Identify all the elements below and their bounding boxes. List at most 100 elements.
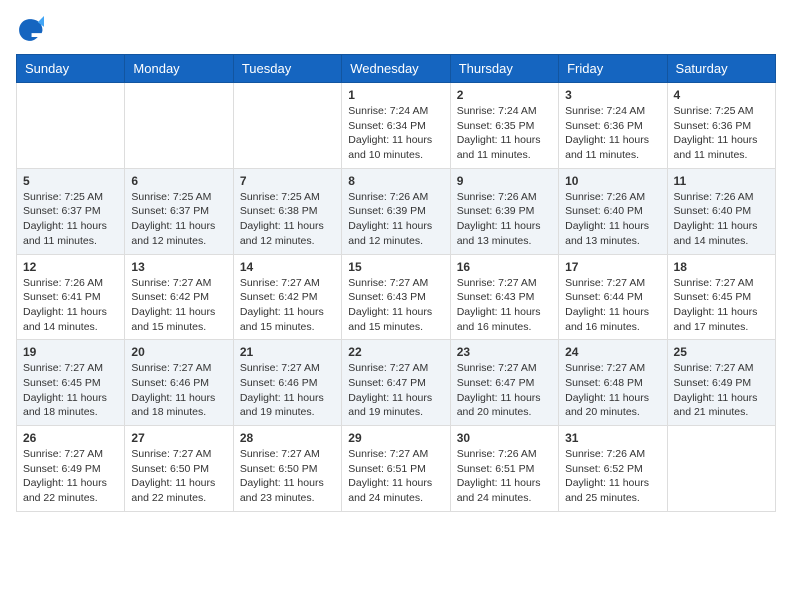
- day-info: Sunrise: 7:26 AM Sunset: 6:40 PM Dayligh…: [674, 190, 769, 249]
- day-number: 22: [348, 345, 443, 359]
- day-info: Sunrise: 7:24 AM Sunset: 6:34 PM Dayligh…: [348, 104, 443, 163]
- day-number: 1: [348, 88, 443, 102]
- calendar-week-row: 19 Sunrise: 7:27 AM Sunset: 6:45 PM Dayli…: [17, 340, 776, 426]
- day-number: 8: [348, 174, 443, 188]
- day-of-week-header: Tuesday: [233, 55, 341, 83]
- day-info: Sunrise: 7:27 AM Sunset: 6:50 PM Dayligh…: [131, 447, 226, 506]
- calendar-cell: 9 Sunrise: 7:26 AM Sunset: 6:39 PM Daylig…: [450, 168, 558, 254]
- day-number: 18: [674, 260, 769, 274]
- day-number: 28: [240, 431, 335, 445]
- calendar-cell: [125, 83, 233, 169]
- day-info: Sunrise: 7:26 AM Sunset: 6:39 PM Dayligh…: [348, 190, 443, 249]
- day-info: Sunrise: 7:27 AM Sunset: 6:43 PM Dayligh…: [457, 276, 552, 335]
- day-number: 23: [457, 345, 552, 359]
- calendar-cell: 25 Sunrise: 7:27 AM Sunset: 6:49 PM Dayli…: [667, 340, 775, 426]
- day-number: 12: [23, 260, 118, 274]
- day-info: Sunrise: 7:27 AM Sunset: 6:47 PM Dayligh…: [457, 361, 552, 420]
- calendar-cell: 8 Sunrise: 7:26 AM Sunset: 6:39 PM Daylig…: [342, 168, 450, 254]
- calendar-cell: 3 Sunrise: 7:24 AM Sunset: 6:36 PM Daylig…: [559, 83, 667, 169]
- calendar-cell: [17, 83, 125, 169]
- day-number: 13: [131, 260, 226, 274]
- day-info: Sunrise: 7:27 AM Sunset: 6:48 PM Dayligh…: [565, 361, 660, 420]
- day-info: Sunrise: 7:24 AM Sunset: 6:35 PM Dayligh…: [457, 104, 552, 163]
- day-number: 16: [457, 260, 552, 274]
- calendar-cell: 21 Sunrise: 7:27 AM Sunset: 6:46 PM Dayli…: [233, 340, 341, 426]
- day-info: Sunrise: 7:27 AM Sunset: 6:51 PM Dayligh…: [348, 447, 443, 506]
- day-number: 4: [674, 88, 769, 102]
- calendar-cell: 23 Sunrise: 7:27 AM Sunset: 6:47 PM Dayli…: [450, 340, 558, 426]
- calendar-cell: 27 Sunrise: 7:27 AM Sunset: 6:50 PM Dayli…: [125, 426, 233, 512]
- day-info: Sunrise: 7:25 AM Sunset: 6:37 PM Dayligh…: [131, 190, 226, 249]
- day-info: Sunrise: 7:26 AM Sunset: 6:52 PM Dayligh…: [565, 447, 660, 506]
- day-number: 21: [240, 345, 335, 359]
- day-info: Sunrise: 7:27 AM Sunset: 6:46 PM Dayligh…: [240, 361, 335, 420]
- calendar-cell: 15Sunrise: 7:27 AM Sunset: 6:43 PM Dayli…: [342, 254, 450, 340]
- day-info: Sunrise: 7:27 AM Sunset: 6:49 PM Dayligh…: [674, 361, 769, 420]
- day-info: Sunrise: 7:25 AM Sunset: 6:36 PM Dayligh…: [674, 104, 769, 163]
- day-info: Sunrise: 7:26 AM Sunset: 6:40 PM Dayligh…: [565, 190, 660, 249]
- calendar-cell: 28Sunrise: 7:27 AM Sunset: 6:50 PM Dayli…: [233, 426, 341, 512]
- calendar-cell: [667, 426, 775, 512]
- day-info: Sunrise: 7:27 AM Sunset: 6:42 PM Dayligh…: [131, 276, 226, 335]
- day-info: Sunrise: 7:26 AM Sunset: 6:39 PM Dayligh…: [457, 190, 552, 249]
- day-info: Sunrise: 7:25 AM Sunset: 6:37 PM Dayligh…: [23, 190, 118, 249]
- logo: [16, 16, 48, 44]
- calendar-cell: 6 Sunrise: 7:25 AM Sunset: 6:37 PM Daylig…: [125, 168, 233, 254]
- day-number: 19: [23, 345, 118, 359]
- day-of-week-header: Monday: [125, 55, 233, 83]
- day-number: 10: [565, 174, 660, 188]
- calendar-cell: 19 Sunrise: 7:27 AM Sunset: 6:45 PM Dayli…: [17, 340, 125, 426]
- day-info: Sunrise: 7:27 AM Sunset: 6:46 PM Dayligh…: [131, 361, 226, 420]
- calendar-cell: 7 Sunrise: 7:25 AM Sunset: 6:38 PM Daylig…: [233, 168, 341, 254]
- day-of-week-header: Thursday: [450, 55, 558, 83]
- day-number: 6: [131, 174, 226, 188]
- calendar-week-row: 12 Sunrise: 7:26 AM Sunset: 6:41 PM Dayli…: [17, 254, 776, 340]
- day-number: 2: [457, 88, 552, 102]
- calendar-cell: 20Sunrise: 7:27 AM Sunset: 6:46 PM Dayli…: [125, 340, 233, 426]
- day-info: Sunrise: 7:27 AM Sunset: 6:47 PM Dayligh…: [348, 361, 443, 420]
- calendar-cell: 5 Sunrise: 7:25 AM Sunset: 6:37 PM Daylig…: [17, 168, 125, 254]
- day-info: Sunrise: 7:27 AM Sunset: 6:43 PM Dayligh…: [348, 276, 443, 335]
- calendar-cell: 29Sunrise: 7:27 AM Sunset: 6:51 PM Dayli…: [342, 426, 450, 512]
- day-number: 3: [565, 88, 660, 102]
- day-info: Sunrise: 7:27 AM Sunset: 6:44 PM Dayligh…: [565, 276, 660, 335]
- day-info: Sunrise: 7:26 AM Sunset: 6:51 PM Dayligh…: [457, 447, 552, 506]
- day-info: Sunrise: 7:25 AM Sunset: 6:38 PM Dayligh…: [240, 190, 335, 249]
- day-number: 27: [131, 431, 226, 445]
- calendar-cell: 30 Sunrise: 7:26 AM Sunset: 6:51 PM Dayli…: [450, 426, 558, 512]
- day-info: Sunrise: 7:27 AM Sunset: 6:45 PM Dayligh…: [23, 361, 118, 420]
- day-number: 7: [240, 174, 335, 188]
- calendar-cell: 14 Sunrise: 7:27 AM Sunset: 6:42 PM Dayli…: [233, 254, 341, 340]
- day-number: 25: [674, 345, 769, 359]
- day-number: 5: [23, 174, 118, 188]
- day-number: 30: [457, 431, 552, 445]
- day-info: Sunrise: 7:27 AM Sunset: 6:49 PM Dayligh…: [23, 447, 118, 506]
- day-info: Sunrise: 7:27 AM Sunset: 6:42 PM Dayligh…: [240, 276, 335, 335]
- calendar-week-row: 26Sunrise: 7:27 AM Sunset: 6:49 PM Dayli…: [17, 426, 776, 512]
- calendar-cell: 18 Sunrise: 7:27 AM Sunset: 6:45 PM Dayli…: [667, 254, 775, 340]
- day-of-week-header: Friday: [559, 55, 667, 83]
- calendar-week-row: 5 Sunrise: 7:25 AM Sunset: 6:37 PM Daylig…: [17, 168, 776, 254]
- calendar-cell: [233, 83, 341, 169]
- calendar-cell: 4 Sunrise: 7:25 AM Sunset: 6:36 PM Daylig…: [667, 83, 775, 169]
- calendar-cell: 26Sunrise: 7:27 AM Sunset: 6:49 PM Dayli…: [17, 426, 125, 512]
- calendar-cell: 11Sunrise: 7:26 AM Sunset: 6:40 PM Dayli…: [667, 168, 775, 254]
- day-info: Sunrise: 7:24 AM Sunset: 6:36 PM Dayligh…: [565, 104, 660, 163]
- day-number: 24: [565, 345, 660, 359]
- day-number: 31: [565, 431, 660, 445]
- page-header: [16, 16, 776, 44]
- day-info: Sunrise: 7:27 AM Sunset: 6:45 PM Dayligh…: [674, 276, 769, 335]
- day-number: 14: [240, 260, 335, 274]
- calendar-cell: 31 Sunrise: 7:26 AM Sunset: 6:52 PM Dayli…: [559, 426, 667, 512]
- day-of-week-header: Wednesday: [342, 55, 450, 83]
- day-number: 17: [565, 260, 660, 274]
- day-of-week-header: Saturday: [667, 55, 775, 83]
- day-of-week-header: Sunday: [17, 55, 125, 83]
- calendar-header-row: SundayMondayTuesdayWednesdayThursdayFrid…: [17, 55, 776, 83]
- logo-icon: [16, 16, 44, 44]
- day-info: Sunrise: 7:26 AM Sunset: 6:41 PM Dayligh…: [23, 276, 118, 335]
- day-number: 9: [457, 174, 552, 188]
- calendar-cell: 13 Sunrise: 7:27 AM Sunset: 6:42 PM Dayli…: [125, 254, 233, 340]
- calendar-cell: 12 Sunrise: 7:26 AM Sunset: 6:41 PM Dayli…: [17, 254, 125, 340]
- calendar-cell: 22 Sunrise: 7:27 AM Sunset: 6:47 PM Dayli…: [342, 340, 450, 426]
